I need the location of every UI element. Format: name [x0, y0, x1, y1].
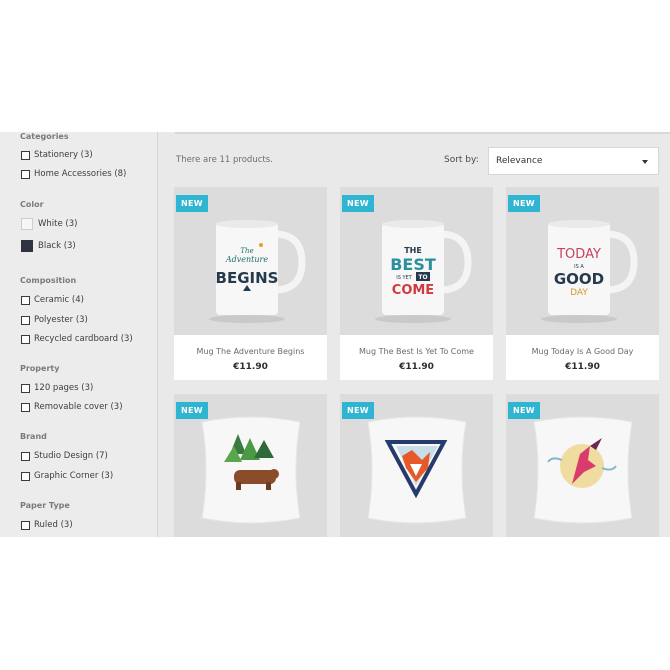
product-price: €11.90 — [399, 362, 434, 372]
checkbox[interactable] — [21, 471, 30, 481]
sort-dropdown[interactable]: Relevance — [488, 147, 659, 175]
filter-sidebar: Categories Stationery (3) Home Accessori… — [0, 132, 158, 537]
product-card[interactable]: THE BEST IS YET TO COME NEW Mug The Best… — [340, 187, 493, 380]
sort-value: Relevance — [496, 156, 543, 166]
product-card[interactable]: NEW — [340, 394, 493, 537]
checkbox[interactable] — [21, 334, 30, 344]
mug-art-text: Adventure — [225, 255, 268, 264]
facet-title-composition: Composition — [20, 276, 77, 285]
product-card[interactable]: NEW — [174, 394, 327, 537]
filter-label: Stationery (3) — [34, 150, 93, 160]
filter-label: 120 pages (3) — [34, 383, 94, 393]
product-card[interactable]: The Adventure BEGINS NEW Mug The Adventu… — [174, 187, 327, 380]
mug-art-text: IS YET — [396, 275, 412, 281]
product-price: €11.90 — [233, 362, 268, 372]
product-image[interactable]: TODAY IS A GOOD DAY NEW — [506, 187, 659, 335]
top-divider — [175, 132, 670, 134]
new-badge: NEW — [508, 402, 540, 419]
filter-stationery[interactable]: Stationery (3) — [21, 150, 93, 160]
filter-ruled[interactable]: Ruled (3) — [21, 520, 73, 530]
filter-studio-design[interactable]: Studio Design (7) — [21, 451, 108, 461]
filter-graphic-corner[interactable]: Graphic Corner (3) — [21, 471, 113, 481]
filter-label: Home Accessories (8) — [34, 169, 127, 179]
sort-label: Sort by: — [444, 155, 479, 165]
new-badge: NEW — [342, 402, 374, 419]
checkbox[interactable] — [21, 150, 30, 160]
filter-label: Graphic Corner (3) — [34, 471, 114, 481]
mug-art-text: GOOD — [554, 270, 604, 288]
filter-label: Polyester (3) — [34, 315, 88, 325]
filter-label: Black (3) — [38, 241, 76, 251]
product-image[interactable]: NEW — [340, 394, 493, 537]
product-image[interactable]: THE BEST IS YET TO COME NEW — [340, 187, 493, 335]
product-image[interactable]: NEW — [506, 394, 659, 537]
filter-label: Removable cover (3) — [34, 402, 123, 412]
checkbox[interactable] — [21, 169, 30, 179]
new-badge: NEW — [176, 402, 208, 419]
product-price: €11.90 — [565, 362, 600, 372]
product-count: There are 11 products. — [176, 155, 273, 165]
mug-art-text: The — [240, 247, 253, 255]
filter-label: Studio Design (7) — [34, 451, 108, 461]
chevron-down-icon — [642, 160, 648, 164]
filter-label: Recycled cardboard (3) — [34, 334, 133, 344]
facet-title-color: Color — [20, 200, 44, 209]
mug-art-text: THE — [404, 246, 422, 255]
facet-title-brand: Brand — [20, 432, 47, 441]
filter-ceramic[interactable]: Ceramic (4) — [21, 295, 84, 305]
filter-label: Ceramic (4) — [34, 295, 84, 305]
product-image[interactable]: NEW — [174, 394, 327, 537]
checkbox[interactable] — [21, 451, 30, 461]
filter-color-white[interactable]: White (3) — [21, 218, 77, 230]
filter-removable-cover[interactable]: Removable cover (3) — [21, 402, 123, 412]
checkbox[interactable] — [21, 402, 30, 412]
product-name[interactable]: Mug The Best Is Yet To Come — [340, 347, 493, 356]
new-badge: NEW — [508, 195, 540, 212]
product-card[interactable]: NEW — [506, 394, 659, 537]
filter-recycled-cardboard[interactable]: Recycled cardboard (3) — [21, 334, 133, 344]
product-image[interactable]: The Adventure BEGINS NEW — [174, 187, 327, 335]
shop-viewport: Categories Stationery (3) Home Accessori… — [0, 132, 670, 537]
filter-label: White (3) — [38, 219, 78, 229]
facet-title-property: Property — [20, 364, 60, 373]
mug-art-text: COME — [392, 283, 434, 298]
new-badge: NEW — [342, 195, 374, 212]
filter-color-black[interactable]: Black (3) — [21, 240, 76, 252]
facet-title-paper-type: Paper Type — [20, 501, 70, 510]
filter-label: Ruled (3) — [34, 520, 73, 530]
product-name[interactable]: Mug Today Is A Good Day — [506, 347, 659, 356]
mug-art-text: TO — [418, 274, 427, 281]
new-badge: NEW — [176, 195, 208, 212]
filter-home-accessories[interactable]: Home Accessories (8) — [21, 169, 126, 179]
checkbox[interactable] — [21, 295, 30, 305]
checkbox[interactable] — [21, 315, 30, 325]
facet-title-categories: Categories — [20, 132, 69, 141]
checkbox[interactable] — [21, 520, 30, 530]
checkbox[interactable] — [21, 383, 30, 393]
mug-art-text: DAY — [570, 288, 588, 298]
filter-120-pages[interactable]: 120 pages (3) — [21, 383, 93, 393]
product-card[interactable]: TODAY IS A GOOD DAY NEW Mug Today Is A G… — [506, 187, 659, 380]
white-swatch[interactable] — [21, 218, 33, 230]
filter-polyester[interactable]: Polyester (3) — [21, 315, 88, 325]
mug-art-text: TODAY — [556, 247, 601, 262]
black-swatch[interactable] — [21, 240, 33, 252]
mug-art-text: BEST — [390, 255, 436, 274]
mug-art-text: BEGINS — [216, 269, 279, 287]
product-name[interactable]: Mug The Adventure Begins — [174, 347, 327, 356]
